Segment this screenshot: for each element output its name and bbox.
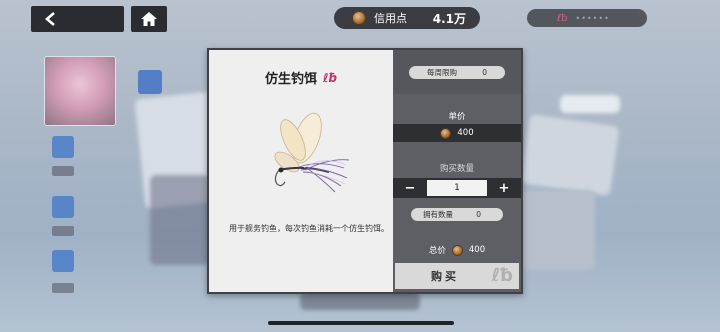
side-menu-icon[interactable] [52, 250, 74, 272]
item-title: 仿生钓饵 ℓƀ [265, 68, 338, 88]
weekly-limit-badge: 每周限购 0 [409, 66, 505, 79]
bionic-lure-icon [274, 112, 350, 193]
weekly-limit-value: 0 [482, 68, 487, 77]
bait-tag-icon: ℓƀ [557, 12, 568, 24]
increase-quantity-button[interactable]: + [491, 178, 517, 198]
bait-watermark-icon: ℓƀ [491, 265, 513, 286]
resource-faint-text: •••••• [575, 13, 610, 23]
side-menu-label [52, 166, 74, 176]
purchase-dialog: 仿生钓饵 ℓƀ 用于舰务钓鱼，每次钓鱼消耗一个仿生钓饵。 每周限购 0 单价 4… [207, 48, 523, 294]
owned-value: 0 [476, 210, 481, 219]
side-menu-label [52, 283, 74, 293]
unit-price-label: 单价 [448, 112, 466, 122]
quantity-field[interactable]: 1 [427, 180, 487, 196]
item-name: 仿生钓饵 [265, 72, 318, 87]
back-arrow-icon [45, 12, 55, 26]
buy-label: 购买 [431, 270, 459, 283]
unit-price-row: 400 [393, 124, 521, 142]
side-menu-label [52, 226, 74, 236]
home-indicator[interactable] [268, 321, 454, 325]
total-price-row: 总价 400 [393, 244, 521, 256]
item-info-pane: 仿生钓饵 ℓƀ 用于舰务钓鱼，每次钓鱼消耗一个仿生钓饵。 [209, 50, 393, 292]
buy-button[interactable]: 购买 ℓƀ [395, 263, 519, 289]
back-button[interactable] [31, 6, 124, 32]
bait-tag-icon: ℓƀ [323, 70, 338, 85]
credit-display: 信用点 4.1万 [334, 7, 480, 29]
coin-icon [440, 127, 452, 139]
coin-icon [451, 244, 463, 256]
quantity-label: 购买数量 [439, 164, 474, 174]
side-menu-icon[interactable] [52, 136, 74, 158]
credit-label: 信用点 [374, 12, 407, 25]
side-menu-icon[interactable] [52, 196, 74, 218]
character-portrait[interactable] [44, 56, 116, 126]
background-card [520, 190, 595, 270]
quantity-stepper: − 1 + [393, 178, 521, 198]
top-right-resource: ℓƀ •••••• [527, 9, 647, 27]
decrease-quantity-button[interactable]: − [397, 178, 423, 198]
credit-value: 4.1万 [432, 11, 466, 26]
owned-label: 拥有数量 [423, 210, 453, 219]
background-card [520, 114, 620, 196]
total-label: 总价 [428, 246, 446, 256]
background-card [150, 175, 210, 265]
credit-coin-icon [352, 11, 366, 25]
background-card [560, 95, 620, 113]
unit-price-value: 400 [457, 128, 474, 138]
side-tab-icon[interactable] [138, 70, 162, 94]
weekly-limit-label: 每周限购 [427, 68, 457, 77]
total-value: 400 [468, 245, 486, 255]
owned-count-badge: 拥有数量 0 [411, 208, 503, 221]
purchase-pane: 每周限购 0 单价 400 购买数量 − 1 + 拥有数量 0 总价 400 购… [393, 50, 521, 292]
item-description: 用于舰务钓鱼，每次钓鱼消耗一个仿生钓饵。 [229, 224, 389, 233]
home-icon [141, 12, 157, 26]
background-card [300, 292, 420, 310]
home-button[interactable] [131, 6, 167, 32]
